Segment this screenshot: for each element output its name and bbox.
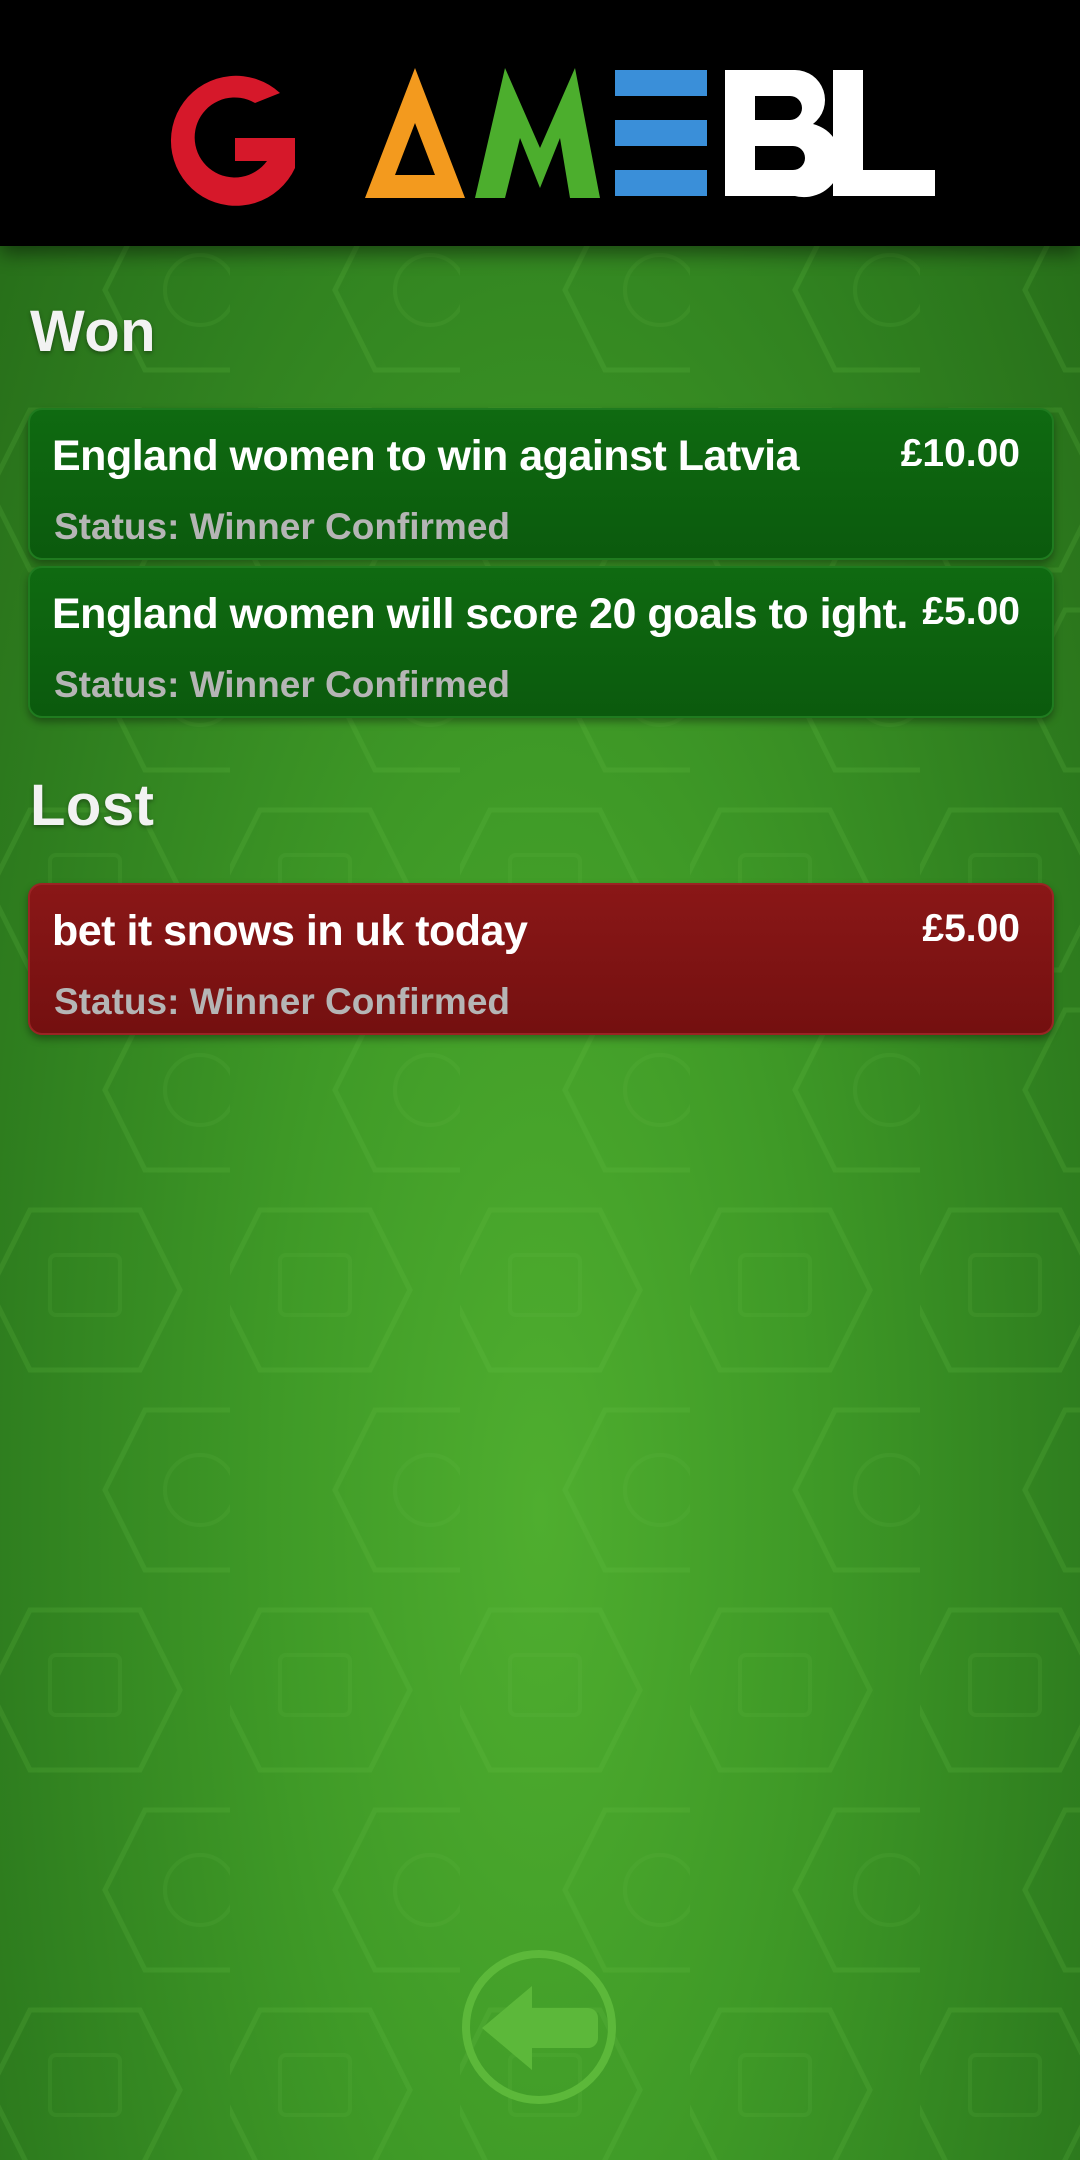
bet-status: Status: Winner Confirmed	[54, 981, 511, 1022]
lost-bet-card-1[interactable]: bet it snows in uk today £5.00 Status: W…	[28, 883, 1054, 1035]
bet-title: bet it snows in uk today	[52, 907, 528, 955]
won-bet-card-1[interactable]: England women to win against Latvia £10.…	[28, 408, 1054, 560]
back-arrow-icon	[462, 1950, 616, 2104]
bet-title: England women will score 20 goals to igh…	[52, 590, 908, 638]
bet-amount: £10.00	[900, 432, 1020, 475]
won-bet-card-2[interactable]: England women will score 20 goals to igh…	[28, 566, 1054, 718]
background-pattern	[0, 0, 1080, 2160]
lost-section-title: Lost	[30, 773, 155, 838]
bet-status: Status: Winner Confirmed	[54, 506, 511, 547]
bet-amount: £5.00	[922, 907, 1020, 950]
back-button[interactable]	[460, 1948, 618, 2106]
bet-amount: £5.00	[922, 590, 1020, 633]
bet-status: Status: Winner Confirmed	[54, 664, 511, 705]
bet-title: England women to win against Latvia	[52, 432, 800, 480]
gamebl-logo	[170, 68, 935, 206]
won-section-title: Won	[30, 299, 157, 364]
app-header	[0, 0, 1080, 246]
